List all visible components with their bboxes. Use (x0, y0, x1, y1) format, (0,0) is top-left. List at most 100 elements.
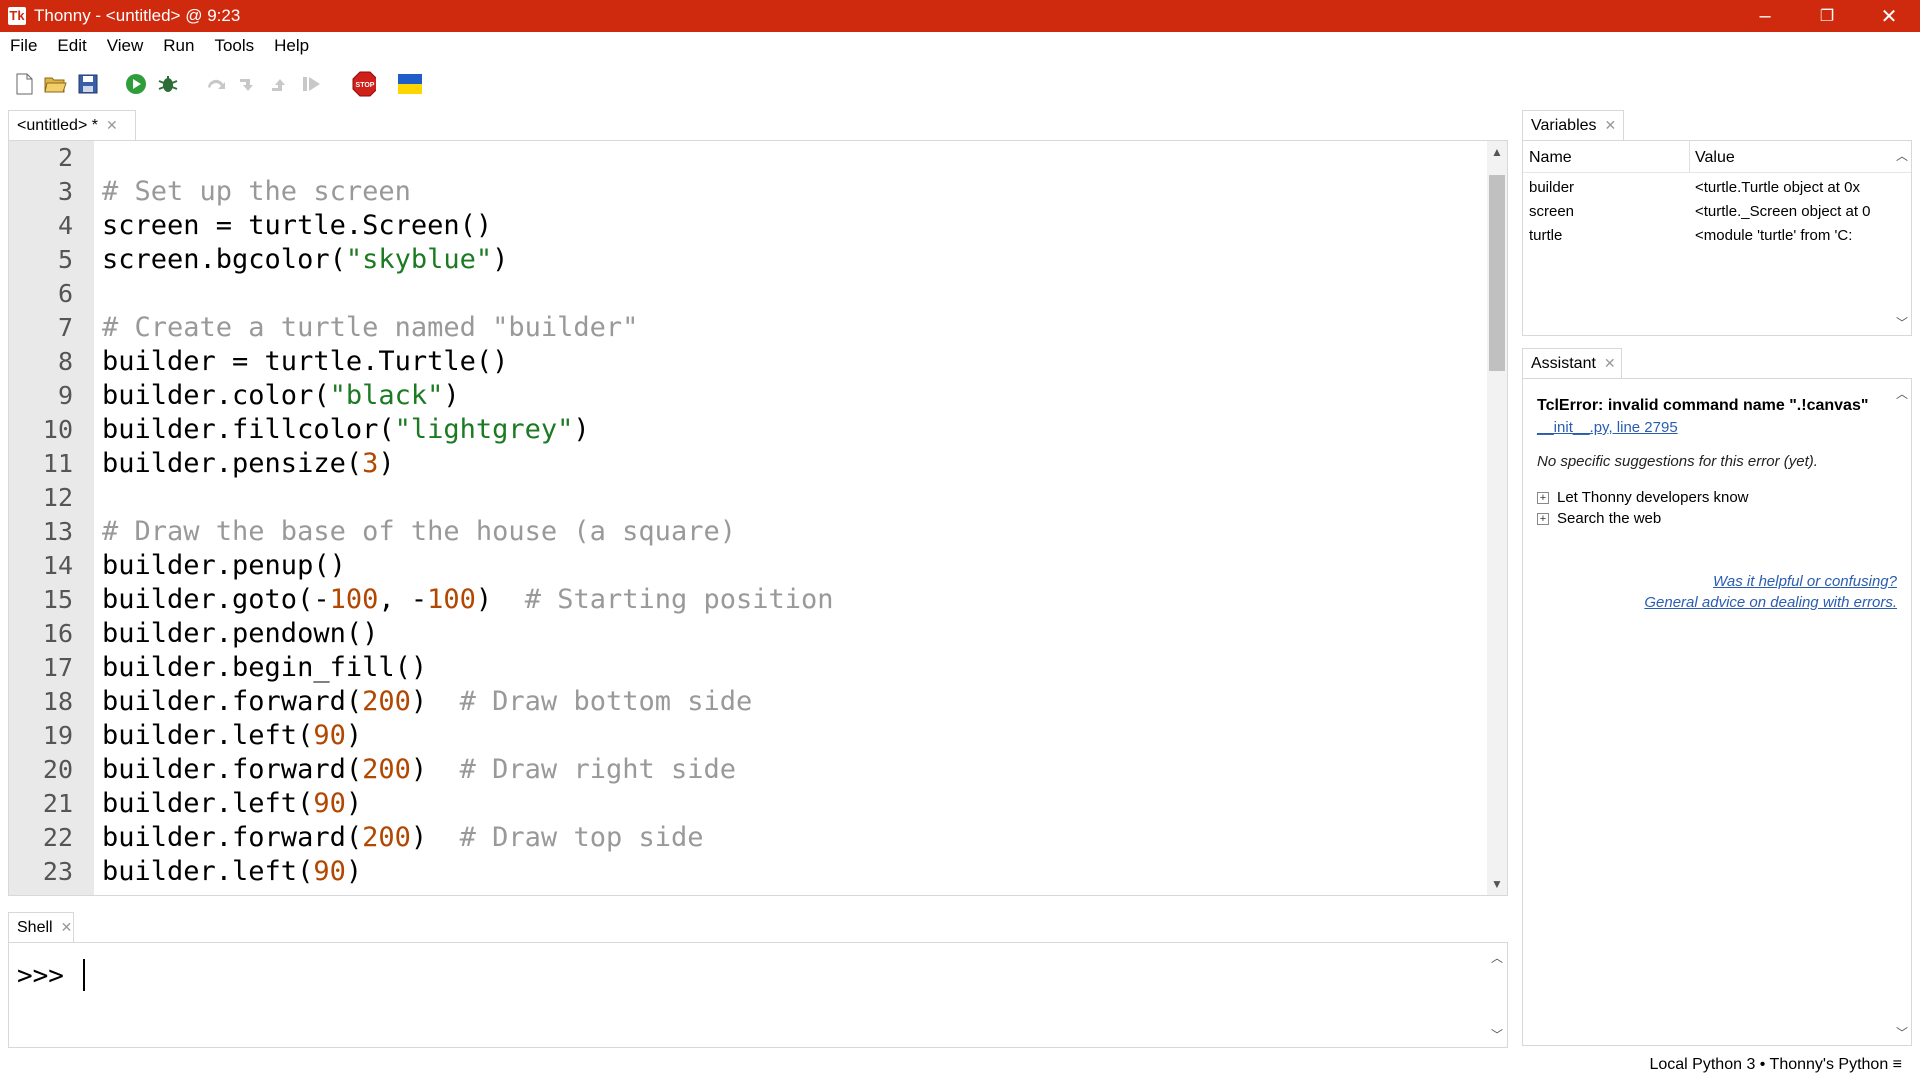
window-title: Thonny - <untitled> @ 9:23 (34, 6, 241, 25)
code-token: ) (378, 448, 395, 479)
error-location-link[interactable]: __init__.py, line 2795 (1537, 419, 1678, 436)
feedback-link[interactable]: Was it helpful or confusing? (1713, 573, 1897, 590)
run-button[interactable] (124, 72, 148, 96)
ukraine-flag-button[interactable] (398, 72, 422, 96)
code-text: # Draw the base of the house (a square) (102, 515, 736, 549)
restore-button[interactable]: ❐ (1796, 0, 1858, 32)
line-number: 18 (42, 687, 73, 716)
debug-button[interactable] (156, 72, 180, 96)
variable-value: <turtle._Screen object at 0 (1695, 203, 1871, 220)
editor-scroll-thumb[interactable] (1489, 175, 1505, 371)
code-text: # Set up the screen (102, 175, 411, 209)
code-text: builder.fillcolor("lightgrey") (102, 413, 590, 447)
menu-help[interactable]: Help (274, 36, 309, 56)
code-text: builder.begin_fill() (102, 651, 427, 685)
tab-shell[interactable]: Shell ✕ (8, 912, 74, 942)
let-developers-know-expander[interactable]: + Let Thonny developers know (1537, 489, 1749, 506)
code-token: 90 (313, 788, 346, 819)
scroll-up-arrow-icon[interactable]: ︿ (1487, 949, 1507, 966)
title-bar: Tk Thonny - <untitled> @ 9:23 – ❐ ✕ (0, 0, 1920, 32)
editor-vertical-scrollbar[interactable]: ▲ ▼ (1487, 141, 1507, 895)
shell-panel[interactable]: >>> ︿ ﹀ (8, 942, 1508, 1048)
new-file-button[interactable] (12, 72, 36, 96)
menu-edit[interactable]: Edit (57, 36, 86, 56)
variables-tab-label: Variables (1531, 116, 1597, 134)
step-over-icon (208, 79, 225, 89)
open-file-button[interactable] (44, 72, 68, 96)
assistant-scrollbar[interactable]: ︿ ﹀ (1893, 379, 1911, 1045)
scroll-down-arrow-icon[interactable]: ﹀ (1487, 1026, 1507, 1043)
minimize-button[interactable]: – (1734, 0, 1796, 32)
debug-icon (158, 76, 178, 92)
close-window-button[interactable]: ✕ (1858, 0, 1920, 32)
expand-plus-icon[interactable]: + (1537, 491, 1549, 504)
line-number: 21 (42, 789, 73, 818)
scroll-up-arrow-icon[interactable]: ︿ (1893, 385, 1911, 402)
search-web-expander[interactable]: + Search the web (1537, 510, 1661, 527)
save-button[interactable] (76, 72, 100, 96)
menu-tools[interactable]: Tools (214, 36, 254, 56)
step-out-button[interactable] (268, 72, 292, 96)
code-token: builder.left( (102, 788, 314, 819)
resume-icon (303, 77, 320, 91)
line-number: 23 (42, 857, 73, 886)
scroll-up-arrow-icon[interactable]: ︿ (1893, 147, 1911, 164)
code-token: "black" (329, 380, 444, 411)
expand-plus-icon[interactable]: + (1537, 512, 1549, 525)
code-text: builder.pendown() (102, 617, 378, 651)
editor-tab-bar: <untitled> * ✕ (8, 110, 1508, 140)
code-token: builder.goto(- (102, 584, 330, 615)
thonny-app-icon: Tk (8, 7, 26, 25)
code-token: builder.left( (102, 856, 314, 887)
shell-scrollbar[interactable]: ︿ ﹀ (1487, 943, 1507, 1047)
menu-view[interactable]: View (107, 36, 144, 56)
variable-row[interactable]: builder <turtle.Turtle object at 0x (1523, 175, 1911, 199)
expander-label: Search the web (1557, 510, 1662, 527)
close-shell-icon[interactable]: ✕ (61, 919, 73, 936)
line-number: 4 (57, 211, 73, 240)
line-number: 2 (57, 143, 73, 172)
stop-button[interactable]: STOP (352, 71, 376, 97)
line-number: 10 (42, 415, 73, 444)
code-editor[interactable]: 2 3 # Set up the screen 4 screen = turtle.Sc… (8, 140, 1508, 896)
menu-run[interactable]: Run (163, 36, 194, 56)
close-variables-icon[interactable]: ✕ (1605, 117, 1617, 134)
variable-row[interactable]: turtle <module 'turtle' from 'C: (1523, 223, 1911, 247)
scroll-down-arrow-icon[interactable]: ▼ (1487, 877, 1507, 891)
scroll-up-arrow-icon[interactable]: ▲ (1487, 145, 1507, 159)
variable-row[interactable]: screen <turtle._Screen object at 0 (1523, 199, 1911, 223)
close-assistant-icon[interactable]: ✕ (1604, 355, 1616, 372)
line-number: 19 (42, 721, 73, 750)
code-text: builder.left(90) (102, 719, 362, 753)
code-token: ) (492, 244, 509, 275)
interpreter-status[interactable]: Local Python 3 • Thonny's Python ≡ (1649, 1056, 1902, 1074)
step-over-button[interactable] (204, 72, 228, 96)
code-text: builder.left(90) (102, 855, 362, 889)
minimize-icon: – (1759, 4, 1771, 27)
close-tab-icon[interactable]: ✕ (106, 117, 118, 134)
resume-button[interactable] (300, 72, 324, 96)
code-token: builder = turtle.Turtle() (102, 346, 509, 377)
tab-variables[interactable]: Variables ✕ (1522, 110, 1624, 140)
variables-value-column[interactable]: Value (1695, 149, 1735, 167)
scroll-down-arrow-icon[interactable]: ﹀ (1893, 314, 1911, 331)
general-advice-link[interactable]: General advice on dealing with errors. (1644, 594, 1897, 611)
code-text: # Create a turtle named "builder" (102, 311, 638, 345)
tab-untitled[interactable]: <untitled> * ✕ (8, 110, 136, 140)
scroll-down-arrow-icon[interactable]: ﹀ (1893, 1024, 1911, 1041)
variables-scrollbar[interactable]: ︿ ﹀ (1893, 141, 1911, 335)
tab-untitled-label: <untitled> * (17, 116, 98, 134)
code-token: 90 (313, 856, 346, 887)
menu-file[interactable]: File (10, 36, 37, 56)
code-token: 100 (329, 584, 379, 615)
code-token: ) (573, 414, 590, 445)
code-token: 200 (362, 754, 411, 785)
variables-name-column[interactable]: Name (1529, 149, 1572, 167)
assistant-panel: TclError: invalid command name ".!canvas… (1522, 378, 1912, 1046)
ukraine-flag-icon (398, 74, 422, 94)
step-into-button[interactable] (236, 72, 260, 96)
tab-assistant[interactable]: Assistant ✕ (1522, 348, 1622, 378)
code-token: screen = turtle.Screen() (102, 210, 493, 241)
column-separator[interactable] (1689, 141, 1690, 173)
code-token: ) (443, 380, 460, 411)
